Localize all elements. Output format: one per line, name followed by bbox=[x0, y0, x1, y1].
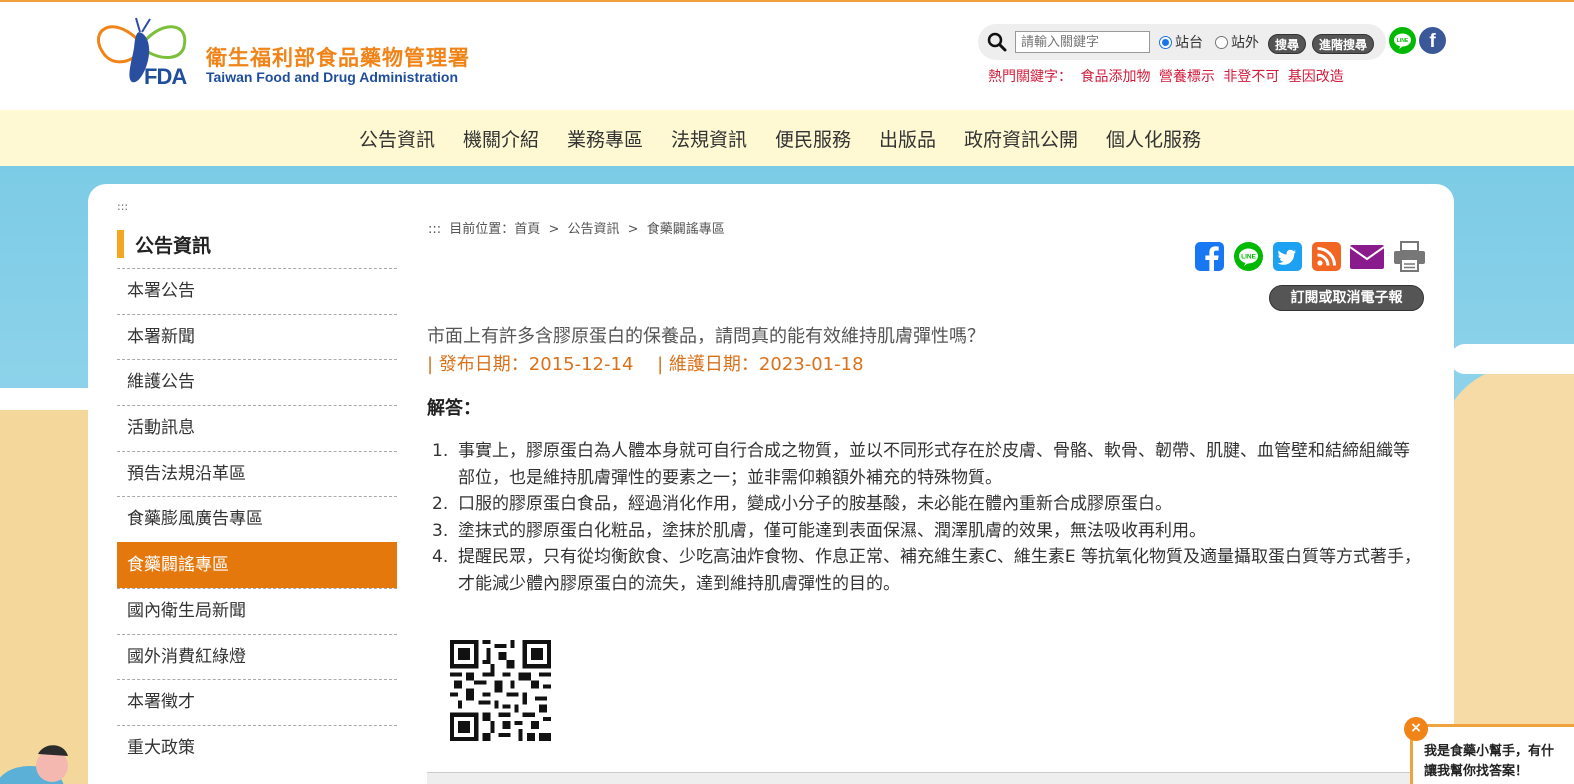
site-title: 衛生福利部食品藥物管理署 bbox=[206, 46, 470, 70]
sidebar-item-foreign-consumer-alerts[interactable]: 國外消費紅綠燈 bbox=[117, 633, 397, 680]
site-logo[interactable]: FDA 衛生福利部食品藥物管理署 Taiwan Food and Drug Ad… bbox=[92, 12, 492, 92]
sidebar-item-draft-regulations[interactable]: 預告法規沿革區 bbox=[117, 450, 397, 497]
chat-message-line2: 讓我幫你找答案！ bbox=[1424, 764, 1529, 779]
breadcrumb-separator: > bbox=[627, 222, 639, 237]
subscribe-newsletter-button[interactable]: 訂閱或取消電子報 bbox=[1269, 285, 1424, 311]
hot-keyword-link[interactable]: 基因改造 bbox=[1288, 69, 1344, 85]
mascot-illustration bbox=[0, 745, 68, 784]
line-bubble-icon: LINE bbox=[1394, 33, 1411, 49]
list-number: 3. bbox=[432, 520, 449, 541]
list-item: 2. 口服的膠原蛋白食品，經過消化作用，變成小分子的胺基酸，未必能在體內重新合成膠… bbox=[432, 491, 1422, 518]
foam-decoration-right bbox=[1450, 344, 1574, 374]
radio-site[interactable] bbox=[1159, 35, 1172, 49]
content-bottom-bar bbox=[427, 772, 1422, 784]
nav-item-gov-info[interactable]: 政府資訊公開 bbox=[950, 125, 1092, 152]
list-number: 1. bbox=[432, 441, 449, 461]
list-item: 1. 事實上，膠原蛋白為人體本身就可自行合成之物質，並以不同形式存在於皮膚、骨骼、… bbox=[432, 438, 1422, 491]
answer-label: 解答： bbox=[427, 398, 481, 419]
sidebar-item-rumor-busting[interactable]: 食藥闢謠專區 bbox=[117, 542, 397, 588]
facebook-icon[interactable]: f bbox=[1419, 27, 1446, 54]
sidebar-item-news[interactable]: 本署新聞 bbox=[117, 313, 397, 360]
twitter-share-icon[interactable] bbox=[1272, 241, 1303, 272]
chat-message-line1: 我是食藥小幫手，有什 bbox=[1424, 744, 1555, 759]
answer-text: 事實上，膠原蛋白為人體本身就可自行合成之物質，並以不同形式存在於皮膚、骨骼、軟骨… bbox=[458, 441, 1410, 488]
list-item: 4. 提醒民眾，只有從均衡飲食、少吃高油炸食物、作息正常、補充維生素C、維生素E … bbox=[432, 544, 1422, 597]
line-icon[interactable]: LINE bbox=[1389, 27, 1416, 54]
hot-keywords-label: 熱門關鍵字： bbox=[988, 69, 1072, 85]
accesskey-left[interactable]: ::: bbox=[117, 200, 128, 213]
breadcrumb-separator: > bbox=[548, 222, 560, 237]
nav-item-personal[interactable]: 個人化服務 bbox=[1092, 125, 1215, 152]
main-nav: 公告資訊 機關介紹 業務專區 法規資訊 便民服務 出版品 政府資訊公開 個人化服… bbox=[0, 110, 1574, 166]
nav-item-publications[interactable]: 出版品 bbox=[865, 125, 950, 152]
hot-keyword-link[interactable]: 營養標示 bbox=[1159, 69, 1215, 85]
breadcrumb-home[interactable]: 首頁 bbox=[514, 222, 540, 237]
sidebar-item-false-ads[interactable]: 食藥膨風廣告專區 bbox=[117, 496, 397, 542]
nav-item-regulations[interactable]: 法規資訊 bbox=[657, 125, 761, 152]
sidebar-item-events[interactable]: 活動訊息 bbox=[117, 405, 397, 451]
maintain-date: | 維護日期：2023-01-18 bbox=[657, 354, 864, 375]
answer-text: 口服的膠原蛋白食品，經過消化作用，變成小分子的胺基酸，未必能在體內重新合成膠原蛋… bbox=[458, 494, 1172, 514]
sidebar-item-maintenance[interactable]: 維護公告 bbox=[117, 359, 397, 405]
breadcrumb-label: 目前位置： bbox=[449, 222, 515, 237]
publish-date: | 發布日期：2015-12-14 bbox=[427, 354, 634, 375]
chat-close-icon[interactable]: × bbox=[1404, 717, 1428, 741]
sidebar-item-recruitment[interactable]: 本署徵才 bbox=[117, 679, 397, 725]
logo-fda-text: FDA bbox=[144, 64, 187, 89]
nav-item-about[interactable]: 機關介紹 bbox=[449, 125, 553, 152]
qr-code bbox=[450, 640, 551, 741]
breadcrumb: ::: 目前位置：首頁 > 公告資訊 > 食藥闢謠專區 bbox=[428, 218, 729, 237]
radio-external[interactable] bbox=[1215, 35, 1228, 49]
sidebar-heading-bar bbox=[117, 230, 124, 258]
line-icon-text: LINE bbox=[1397, 38, 1409, 44]
list-item: 3. 塗抹式的膠原蛋白化粧品，塗抹於肌膚，僅可能達到表面保濕、潤澤肌膚的效果，無法… bbox=[432, 518, 1422, 545]
answer-list: 1. 事實上，膠原蛋白為人體本身就可自行合成之物質，並以不同形式存在於皮膚、骨骼、… bbox=[432, 438, 1422, 597]
line-share-icon[interactable]: LINE bbox=[1233, 241, 1264, 272]
sidebar-item-announcements[interactable]: 本署公告 bbox=[117, 268, 397, 314]
line-share-text: LINE bbox=[1241, 254, 1256, 261]
share-toolbar: LINE bbox=[1194, 241, 1426, 275]
nav-item-services[interactable]: 便民服務 bbox=[761, 125, 865, 152]
sidebar-menu: 本署公告 本署新聞 維護公告 活動訊息 預告法規沿革區 食藥膨風廣告專區 食藥闢… bbox=[117, 268, 397, 771]
list-number: 4. bbox=[432, 547, 449, 567]
site-subtitle: Taiwan Food and Drug Administration bbox=[206, 69, 458, 85]
search-icon[interactable] bbox=[986, 31, 1008, 53]
list-number: 2. bbox=[432, 494, 449, 514]
answer-text: 塗抹式的膠原蛋白化粧品，塗抹於肌膚，僅可能達到表面保濕、潤澤肌膚的效果，無法吸收… bbox=[458, 520, 1206, 541]
search-input[interactable] bbox=[1015, 31, 1150, 53]
breadcrumb-current[interactable]: 食藥闢謠專區 bbox=[647, 222, 725, 237]
nav-item-business[interactable]: 業務專區 bbox=[553, 125, 657, 152]
hot-keyword-link[interactable]: 非登不可 bbox=[1223, 69, 1279, 85]
article-dates: | 發布日期：2015-12-14 | 維護日期：2023-01-18 bbox=[427, 350, 882, 376]
advanced-search-button[interactable]: 進階搜尋 bbox=[1312, 34, 1375, 54]
answer-text: 提醒民眾，只有從均衡飲食、少吃高油炸食物、作息正常、補充維生素C、維生素E 等抗… bbox=[458, 547, 1422, 594]
facebook-share-icon[interactable] bbox=[1194, 241, 1225, 272]
radio-site-option[interactable]: 站台 bbox=[1159, 32, 1203, 52]
print-icon[interactable] bbox=[1393, 241, 1426, 272]
search-bar: 站台 站外 搜尋 進階搜尋 bbox=[978, 24, 1386, 60]
rss-icon[interactable] bbox=[1311, 241, 1342, 272]
sidebar-heading: 公告資訊 bbox=[117, 230, 397, 260]
hot-keyword-link[interactable]: 食品添加物 bbox=[1080, 69, 1150, 85]
radio-external-option[interactable]: 站外 bbox=[1215, 32, 1259, 52]
email-icon[interactable] bbox=[1349, 241, 1385, 272]
site-header: FDA 衛生福利部食品藥物管理署 Taiwan Food and Drug Ad… bbox=[0, 2, 1574, 110]
sidebar-heading-text: 公告資訊 bbox=[135, 235, 212, 257]
nav-item-announcements[interactable]: 公告資訊 bbox=[345, 125, 449, 152]
accesskey-center[interactable]: ::: bbox=[428, 222, 441, 237]
hot-keywords: 熱門關鍵字： 食品添加物 營養標示 非登不可 基因改造 bbox=[988, 66, 1348, 86]
sidebar-item-major-policies[interactable]: 重大政策 bbox=[117, 724, 397, 771]
sand-decoration-right bbox=[1440, 366, 1574, 784]
article-title: 市面上有許多含膠原蛋白的保養品，請問真的能有效維持肌膚彈性嗎？ bbox=[427, 326, 985, 347]
sidebar-item-local-health-news[interactable]: 國內衛生局新聞 bbox=[117, 587, 397, 634]
search-button[interactable]: 搜尋 bbox=[1268, 34, 1307, 54]
radio-site-label: 站台 bbox=[1175, 35, 1203, 51]
breadcrumb-section[interactable]: 公告資訊 bbox=[568, 222, 620, 237]
radio-external-label: 站外 bbox=[1231, 35, 1259, 51]
